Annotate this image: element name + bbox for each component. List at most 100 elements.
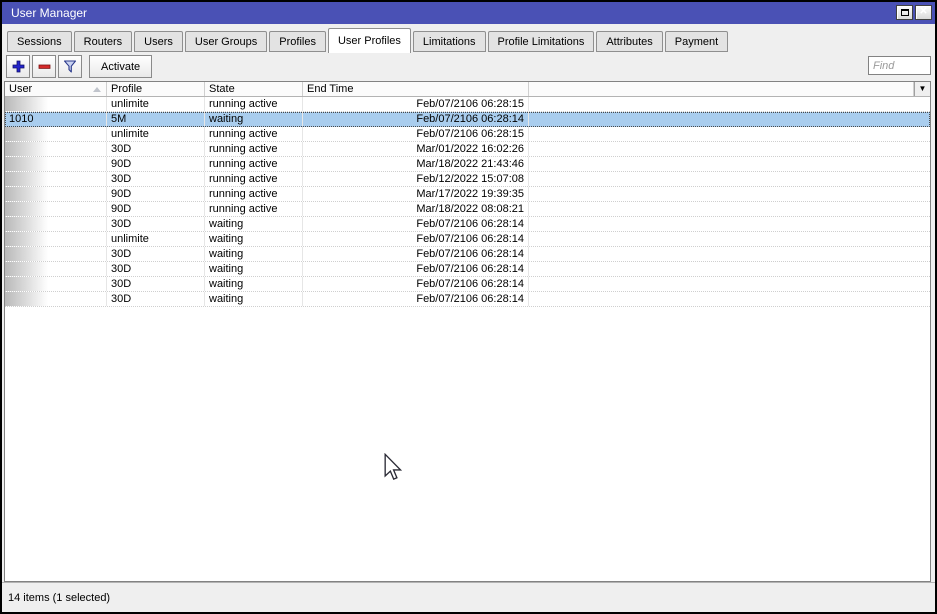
cell-user xyxy=(5,142,107,156)
cell-end-time: Feb/07/2106 06:28:15 xyxy=(303,127,529,141)
filter-button[interactable] xyxy=(58,55,82,78)
cell-user xyxy=(5,232,107,246)
tab-routers[interactable]: Routers xyxy=(73,31,133,52)
cell-filler xyxy=(529,172,930,186)
redaction-overlay xyxy=(5,277,48,291)
table-row[interactable]: 90D running active Mar/17/2022 19:39:35 xyxy=(5,187,930,202)
table-row[interactable]: 30D running active Feb/12/2022 15:07:08 xyxy=(5,172,930,187)
column-header-end-time[interactable]: End Time xyxy=(303,82,529,96)
column-options-button[interactable]: ▼ xyxy=(914,82,930,96)
table-row[interactable]: 30D waiting Feb/07/2106 06:28:14 xyxy=(5,262,930,277)
plus-icon xyxy=(12,60,24,73)
column-header-profile[interactable]: Profile xyxy=(107,82,205,96)
cell-user xyxy=(5,187,107,201)
cell-end-time: Mar/18/2022 08:08:21 xyxy=(303,202,529,216)
redaction-overlay xyxy=(5,217,48,231)
table-row[interactable]: 30D waiting Feb/07/2106 06:28:14 xyxy=(5,292,930,307)
tab-users[interactable]: Users xyxy=(134,31,183,52)
cell-profile: 30D xyxy=(107,247,205,261)
cell-profile: unlimite xyxy=(107,127,205,141)
cell-profile: 90D xyxy=(107,157,205,171)
remove-button[interactable] xyxy=(32,55,56,78)
cell-user xyxy=(5,247,107,261)
cell-profile: 90D xyxy=(107,187,205,201)
cell-end-time: Feb/12/2022 15:07:08 xyxy=(303,172,529,186)
cell-profile: 30D xyxy=(107,142,205,156)
column-header-state[interactable]: State xyxy=(205,82,303,96)
activate-button[interactable]: Activate xyxy=(89,55,153,78)
cell-profile: 30D xyxy=(107,262,205,276)
cell-end-time: Feb/07/2106 06:28:14 xyxy=(303,217,529,231)
cell-user xyxy=(5,97,107,111)
redaction-overlay xyxy=(5,292,48,306)
redaction-overlay xyxy=(5,142,48,156)
cell-profile: 30D xyxy=(107,172,205,186)
cell-end-time: Mar/17/2022 19:39:35 xyxy=(303,187,529,201)
cell-end-time: Feb/07/2106 06:28:15 xyxy=(303,97,529,111)
close-button[interactable]: ✕ xyxy=(915,5,932,20)
titlebar[interactable]: User Manager ✕ xyxy=(2,2,935,24)
cell-state: running active xyxy=(205,202,303,216)
tab-user-profiles[interactable]: User Profiles xyxy=(327,28,411,53)
tab-profiles[interactable]: Profiles xyxy=(269,31,326,52)
redaction-overlay xyxy=(5,232,48,246)
table-row[interactable]: 1010 5M waiting Feb/07/2106 06:28:14 xyxy=(5,112,930,127)
toolbar: Activate xyxy=(2,52,935,81)
cell-user xyxy=(5,157,107,171)
column-header-user[interactable]: User xyxy=(5,82,107,96)
table-row[interactable]: 30D running active Mar/01/2022 16:02:26 xyxy=(5,142,930,157)
table-row[interactable]: 90D running active Mar/18/2022 08:08:21 xyxy=(5,202,930,217)
cell-state: waiting xyxy=(205,247,303,261)
redaction-overlay xyxy=(5,172,48,186)
cell-filler xyxy=(529,232,930,246)
cell-profile: unlimite xyxy=(107,97,205,111)
cell-state: waiting xyxy=(205,262,303,276)
add-button[interactable] xyxy=(6,55,30,78)
table-row[interactable]: 30D waiting Feb/07/2106 06:28:14 xyxy=(5,217,930,232)
filter-funnel-icon xyxy=(63,60,77,73)
cell-filler xyxy=(529,247,930,261)
tab-user-groups[interactable]: User Groups xyxy=(184,31,268,52)
table-row[interactable]: unlimite running active Feb/07/2106 06:28:… xyxy=(5,127,930,142)
cell-end-time: Feb/07/2106 06:28:14 xyxy=(303,247,529,261)
user-manager-window: User Manager ✕ Sessions Routers Users User … xyxy=(0,0,937,614)
tab-sessions[interactable]: Sessions xyxy=(7,31,72,52)
table-row[interactable]: unlimite waiting Feb/07/2106 06:28:14 xyxy=(5,232,930,247)
cell-end-time: Feb/07/2106 06:28:14 xyxy=(303,292,529,306)
tab-profile-limitations[interactable]: Profile Limitations xyxy=(487,31,595,52)
table-row[interactable]: 30D waiting Feb/07/2106 06:28:14 xyxy=(5,247,930,262)
cell-filler xyxy=(529,217,930,231)
cell-end-time: Feb/07/2106 06:28:14 xyxy=(303,232,529,246)
maximize-button[interactable] xyxy=(896,5,913,20)
tab-attributes[interactable]: Attributes xyxy=(596,31,663,52)
window-title: User Manager xyxy=(11,6,88,20)
user-profiles-table: User Profile State End Time ▼ unlimite ru… xyxy=(4,81,931,582)
table-row[interactable]: 90D running active Mar/18/2022 21:43:46 xyxy=(5,157,930,172)
close-icon: ✕ xyxy=(919,6,928,17)
cell-state: waiting xyxy=(205,112,303,126)
tab-payment[interactable]: Payment xyxy=(664,31,729,52)
cell-profile: 30D xyxy=(107,277,205,291)
tab-limitations[interactable]: Limitations xyxy=(412,31,486,52)
cell-filler xyxy=(529,262,930,276)
cell-profile: 5M xyxy=(107,112,205,126)
cell-state: waiting xyxy=(205,217,303,231)
cell-state: running active xyxy=(205,187,303,201)
cell-filler xyxy=(529,112,930,126)
redaction-overlay xyxy=(5,247,48,261)
maximize-icon xyxy=(900,9,909,16)
cell-user xyxy=(5,127,107,141)
table-row[interactable]: 30D waiting Feb/07/2106 06:28:14 xyxy=(5,277,930,292)
cell-state: running active xyxy=(205,157,303,171)
cell-filler xyxy=(529,277,930,291)
cell-profile: 30D xyxy=(107,217,205,231)
table-header: User Profile State End Time ▼ xyxy=(5,82,930,97)
cell-state: waiting xyxy=(205,277,303,291)
cell-filler xyxy=(529,97,930,111)
table-row[interactable]: unlimite running active Feb/07/2106 06:28:… xyxy=(5,97,930,112)
cell-state: waiting xyxy=(205,232,303,246)
table-body: unlimite running active Feb/07/2106 06:28:… xyxy=(5,97,930,307)
sort-ascending-icon xyxy=(93,87,101,92)
cell-end-time: Mar/18/2022 21:43:46 xyxy=(303,157,529,171)
find-input[interactable] xyxy=(868,56,931,75)
